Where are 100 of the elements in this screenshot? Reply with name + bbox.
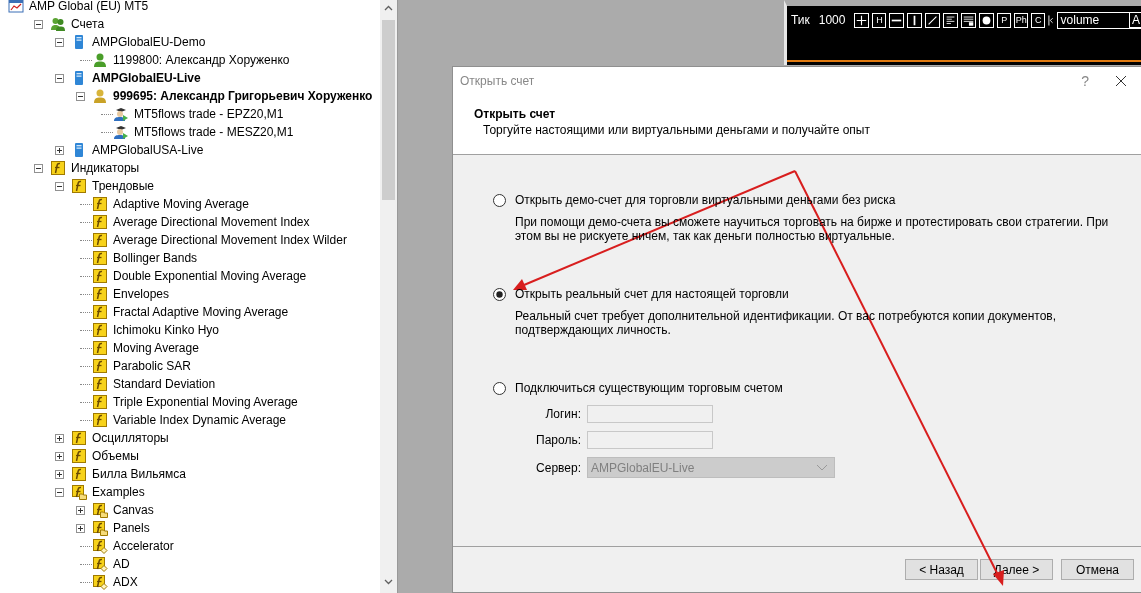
tree-item[interactable]: Parabolic SAR — [8, 357, 380, 375]
tree-item[interactable]: AMPGlobalUSA-Live — [8, 141, 380, 159]
tree-item[interactable]: Envelopes — [8, 285, 380, 303]
function-icon — [92, 286, 108, 302]
tree-item[interactable]: AMPGlobalEU-Demo — [8, 33, 380, 51]
collapse-icon[interactable] — [55, 37, 64, 47]
radio-icon[interactable] — [493, 193, 506, 207]
tree-item[interactable]: Осцилляторы — [8, 429, 380, 447]
scrollbar-thumb[interactable] — [382, 20, 395, 200]
function-icon — [92, 412, 108, 428]
collapse-icon[interactable] — [34, 19, 43, 29]
indicator-field[interactable]: volume A — [1056, 11, 1141, 29]
scroll-up-icon[interactable] — [384, 5, 393, 11]
tree-item[interactable]: Standard Deviation — [8, 375, 380, 393]
tree-item[interactable]: MT5flows trade - MESZ20,M1 — [8, 123, 380, 141]
expand-icon[interactable] — [55, 451, 64, 461]
function-folder-icon — [92, 520, 108, 536]
tree-item[interactable]: Билла Вильямса — [8, 465, 380, 483]
tree-item[interactable]: Объемы — [8, 447, 380, 465]
scroll-down-icon[interactable] — [384, 579, 393, 585]
tree-item[interactable]: Индикаторы — [8, 159, 380, 177]
font-button[interactable]: A — [1129, 12, 1141, 28]
fibonacci-icon[interactable] — [962, 13, 976, 27]
function-icon — [92, 196, 108, 212]
tree-item[interactable]: Canvas — [8, 501, 380, 519]
input-field[interactable] — [587, 431, 713, 449]
function-icon — [92, 250, 108, 266]
tool-button[interactable]: C — [1031, 12, 1046, 28]
tree-item[interactable]: Трендовые — [8, 177, 380, 195]
expand-icon[interactable] — [55, 433, 64, 443]
tree-item[interactable]: Average Directional Movement Index Wilder — [8, 231, 380, 249]
header-subtitle: Торгуйте настоящими или виртуальными деньгами и получайте опыт — [482, 123, 871, 137]
collapse-toolbar-icon[interactable] — [1048, 12, 1054, 28]
tree-item[interactable]: AD — [8, 555, 380, 573]
tree-item[interactable]: Счета — [8, 15, 380, 33]
function-file-icon — [92, 574, 108, 590]
field-label: Сервер: — [536, 460, 581, 475]
function-icon — [92, 358, 108, 374]
tree-item[interactable]: 999695: Александр Григорьевич Хоруженко — [8, 87, 380, 105]
collapse-icon[interactable] — [76, 91, 85, 101]
tree-item[interactable]: Ichimoku Kinko Hyo — [8, 321, 380, 339]
function-icon — [92, 376, 108, 392]
timeframe-label: Тик — [791, 13, 810, 27]
tool-button[interactable]: H — [872, 12, 887, 28]
input-field[interactable] — [587, 405, 713, 423]
expand-icon[interactable] — [55, 469, 64, 479]
expand-icon[interactable] — [76, 505, 85, 515]
tree-item[interactable]: Examples — [8, 483, 380, 501]
tool-button[interactable]: Ph — [1014, 12, 1029, 28]
tool-button[interactable]: P — [997, 12, 1012, 28]
function-file-icon — [92, 556, 108, 572]
dialog-button[interactable]: Отмена — [1061, 559, 1134, 580]
collapse-icon[interactable] — [55, 181, 64, 191]
tick-count: 1000 — [818, 13, 846, 27]
radio-icon[interactable] — [493, 381, 506, 395]
function-icon — [92, 214, 108, 230]
collapse-icon[interactable] — [34, 163, 43, 173]
field-label: Пароль: — [536, 433, 581, 447]
tree-item[interactable]: Moving Average — [8, 339, 380, 357]
radio-option[interactable]: Подключиться существующим торговым счетом — [493, 381, 1141, 395]
tree-item[interactable]: Variable Index Dynamic Average — [8, 411, 380, 429]
tree-item[interactable]: Panels — [8, 519, 380, 537]
tree-item[interactable]: Adaptive Moving Average — [8, 195, 380, 213]
radio-option[interactable]: Открыть реальный счет для настоящей торговли — [493, 287, 1141, 301]
coin-user-icon — [92, 88, 108, 104]
crosshair-icon[interactable] — [855, 13, 869, 27]
function-icon — [71, 466, 87, 482]
function-file-icon — [92, 538, 108, 554]
expand-icon[interactable] — [55, 145, 64, 155]
dialog-button[interactable]: < Назад — [905, 559, 978, 580]
function-icon — [71, 178, 87, 194]
tree-item[interactable]: Accelerator — [8, 537, 380, 555]
tree-item[interactable]: ADX — [8, 573, 380, 591]
expert-icon — [113, 106, 129, 122]
window-title: Открыть счет — [460, 74, 536, 88]
tree-item[interactable]: Triple Exponential Moving Average — [8, 393, 380, 411]
function-icon — [92, 322, 108, 338]
function-icon — [92, 268, 108, 284]
expand-icon[interactable] — [76, 523, 85, 533]
function-icon — [71, 448, 87, 464]
function-icon — [50, 160, 66, 176]
help-button[interactable]: ? — [1081, 73, 1089, 89]
radio-checked-icon[interactable] — [493, 287, 506, 301]
field-label: Логин: — [545, 407, 581, 421]
tree-item[interactable]: 1199800: Александр Хоруженко — [8, 51, 380, 69]
tree-item[interactable]: Double Exponential Moving Average — [8, 267, 380, 285]
tree-item[interactable]: AMP Global (EU) MT5 — [8, 0, 380, 15]
tree-item[interactable]: Fractal Adaptive Moving Average — [8, 303, 380, 321]
tree-item[interactable]: MT5flows trade - EPZ20,M1 — [8, 105, 380, 123]
close-icon[interactable] — [1115, 75, 1127, 87]
tree-item[interactable]: AMPGlobalEU-Live — [8, 69, 380, 87]
collapse-icon[interactable] — [55, 73, 64, 83]
collapse-icon[interactable] — [55, 487, 64, 497]
function-icon — [92, 394, 108, 410]
function-icon — [92, 304, 108, 320]
tree-item[interactable]: Average Directional Movement Index — [8, 213, 380, 231]
function-icon — [92, 340, 108, 356]
header-title: Открыть счет — [474, 107, 557, 121]
tree-item[interactable]: Bollinger Bands — [8, 249, 380, 267]
scrollbar[interactable] — [380, 0, 397, 593]
